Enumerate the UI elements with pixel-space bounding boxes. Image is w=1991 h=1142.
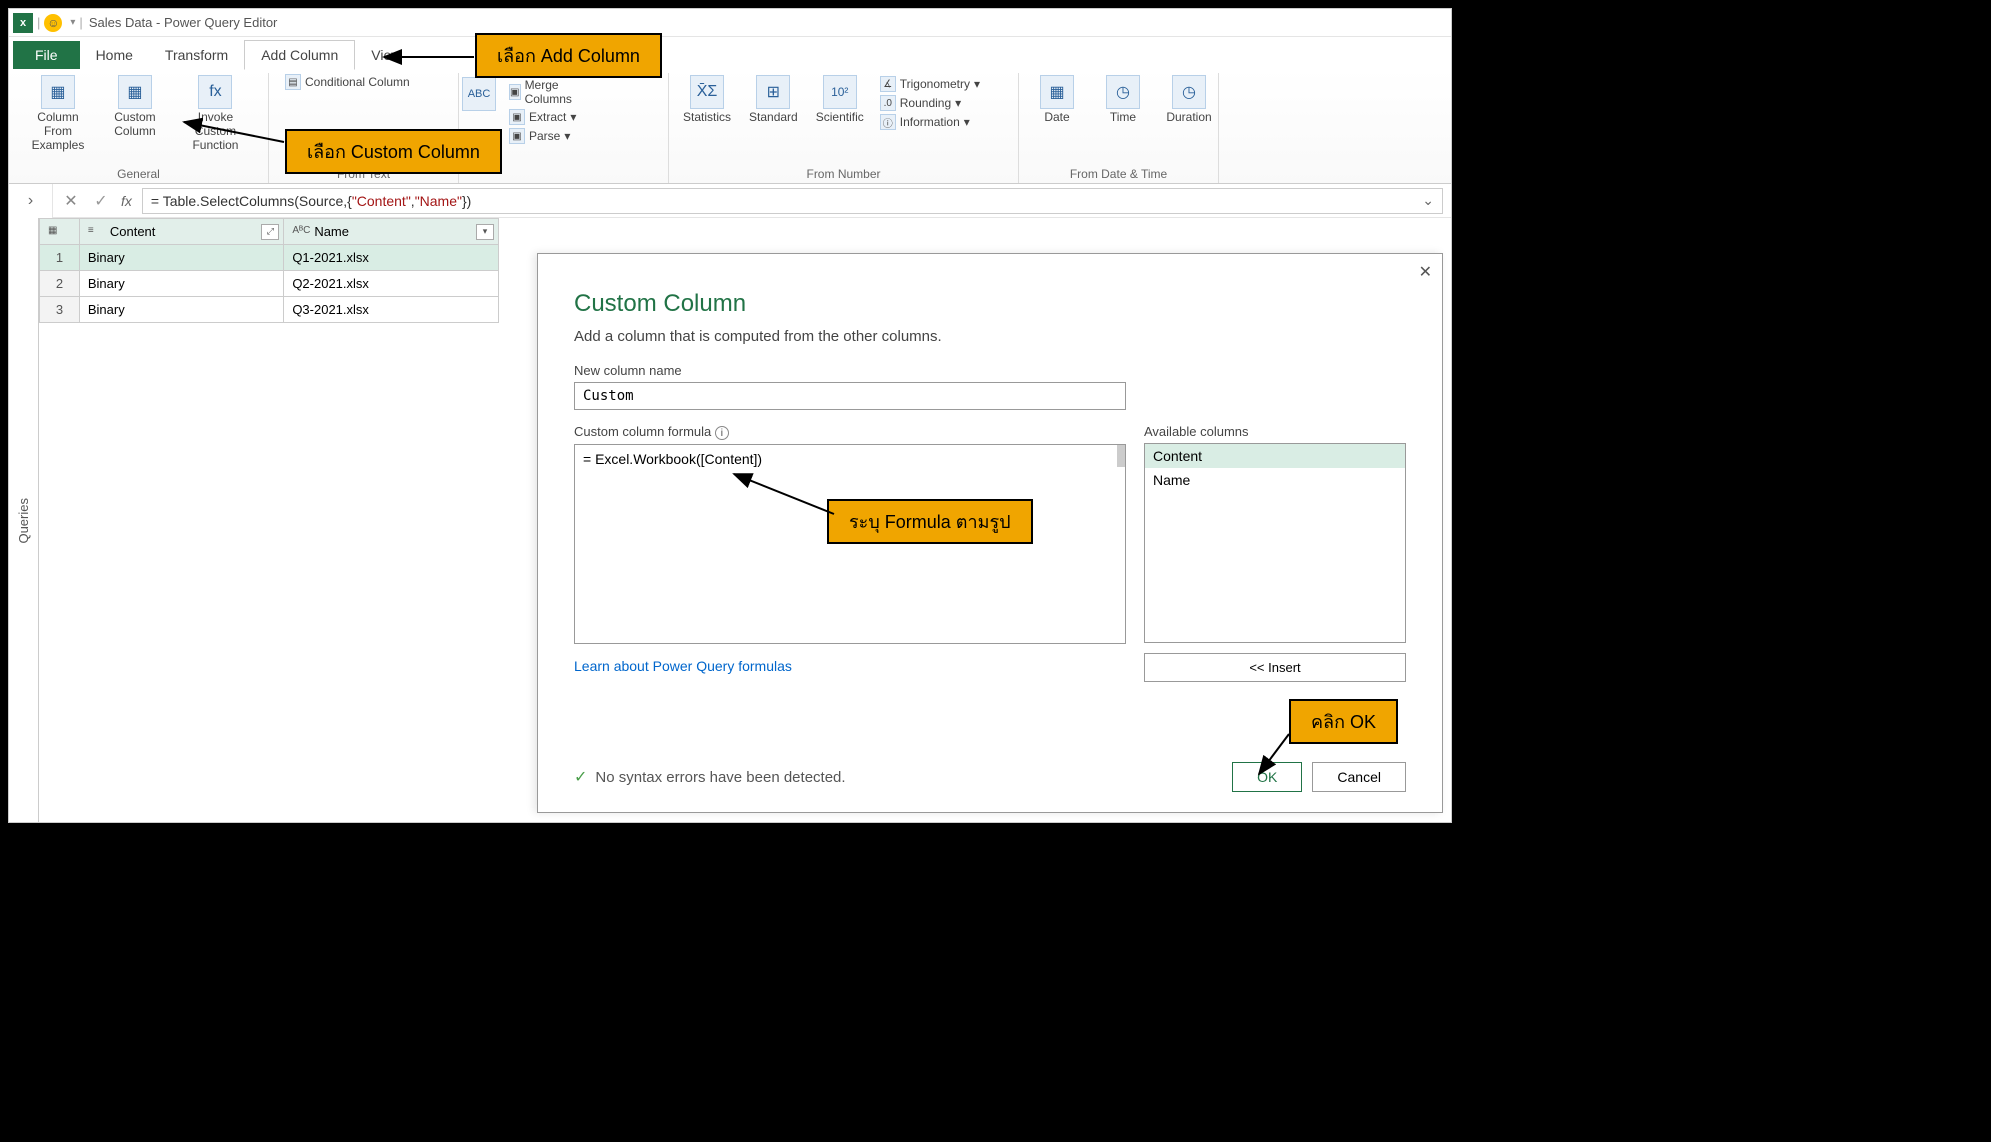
column-header-content[interactable]: ≡Content⤢ [79,219,283,245]
parse-icon: ▣ [509,128,525,144]
tab-add-column[interactable]: Add Column [244,40,355,70]
conditional-column-button[interactable]: ▤Conditional Column [281,73,414,91]
standard-button[interactable]: ⊞Standard [743,73,804,127]
trigonometry-button[interactable]: ∡Trigonometry ▾ [876,75,984,93]
information-button[interactable]: ⓘInformation ▾ [876,113,984,131]
binary-type-icon: ≡ [88,225,106,239]
menu-bar: File Home Transform Add Column View [9,37,1451,69]
table-icon: ▦ [41,75,75,109]
dialog-title: Custom Column [574,290,1406,318]
ten-icon: 10² [823,75,857,109]
column-header-name[interactable]: AᴮCName▾ [284,219,499,245]
callout-ok: คลิก OK [1289,699,1398,744]
parse-button[interactable]: ▣Parse ▾ [505,127,586,145]
table-row[interactable]: 1BinaryQ1-2021.xlsx [40,245,499,271]
clock-icon: ◷ [1106,75,1140,109]
info-icon: ⓘ [880,114,896,130]
scrollbar[interactable] [1117,445,1125,467]
cancel-button[interactable]: Cancel [1312,762,1406,792]
table-corner[interactable]: ▦ [40,219,80,245]
invoke-custom-function-button[interactable]: fxInvoke Custom Function [171,73,260,154]
excel-icon: x [13,13,33,33]
title-bar: x | ☺ ▾ | Sales Data - Power Query Edito… [9,9,1451,37]
qat-sep2: | [79,15,82,30]
cond-icon: ▤ [285,74,301,90]
callout-formula: ระบุ Formula ตามรูป [827,499,1033,544]
group-fromnumber-label: From Number [677,165,1010,183]
text-type-icon: AᴮC [292,225,310,239]
table-star-icon: ▦ [118,75,152,109]
available-columns-label: Available columns [1144,424,1406,439]
sigma-icon: X̄Σ [690,75,724,109]
qat-sep: | [37,15,40,30]
extract-button[interactable]: ▣Extract ▾ [505,108,586,126]
filter-icon[interactable]: ▾ [476,224,494,240]
accept-formula-icon[interactable]: ✓ [91,191,111,211]
table-icon: ▦ [48,225,66,239]
ok-button[interactable]: OK [1232,762,1302,792]
group-general-label: General [17,165,260,183]
learn-link[interactable]: Learn about Power Query formulas [574,658,792,674]
info-icon[interactable]: i [715,426,729,440]
qat-dropdown-icon[interactable]: ▾ [70,17,75,28]
extract-icon: ▣ [509,109,525,125]
tab-transform[interactable]: Transform [149,41,244,69]
formula-bar: ✕ ✓ fx = Table.SelectColumns(Source,{"Co… [53,184,1451,218]
tab-home[interactable]: Home [80,41,149,69]
duration-button[interactable]: ◷Duration [1159,73,1219,127]
scientific-button[interactable]: 10²Scientific [810,73,870,127]
expand-icon[interactable]: ⤢ [261,224,279,240]
custom-column-button[interactable]: ▦Custom Column [105,73,165,141]
abc-icon: ABC [462,77,496,111]
ribbon: ▦Column From Examples ▦Custom Column fxI… [9,69,1451,184]
list-item[interactable]: Name [1145,468,1405,492]
calendar-icon: ▦ [1040,75,1074,109]
new-column-name-input[interactable] [574,382,1126,410]
round-icon: .0 [880,95,896,111]
custom-formula-input[interactable]: = Excel.Workbook([Content]) [574,444,1126,644]
cancel-formula-icon[interactable]: ✕ [61,191,81,211]
statistics-button[interactable]: X̄ΣStatistics [677,73,737,127]
formula-label: Custom column formula i [574,424,1126,440]
time-button[interactable]: ◷Time [1093,73,1153,127]
insert-button[interactable]: << Insert [1144,653,1406,682]
fx-label: fx [121,193,132,209]
fx-icon: fx [198,75,232,109]
callout-add-column: เลือก Add Column [475,33,662,78]
table-row[interactable]: 2BinaryQ2-2021.xlsx [40,271,499,297]
calc-icon: ⊞ [756,75,790,109]
formula-input[interactable]: = Table.SelectColumns(Source,{"Content",… [142,188,1443,214]
stopwatch-icon: ◷ [1172,75,1206,109]
group-fromdate-label: From Date & Time [1027,165,1210,183]
callout-custom-column: เลือก Custom Column [285,129,502,174]
smile-icon[interactable]: ☺ [44,14,62,32]
check-icon: ✓ [574,767,587,787]
trig-icon: ∡ [880,76,896,92]
dialog-subtitle: Add a column that is computed from the o… [574,328,1406,345]
list-item[interactable]: Content [1145,444,1405,468]
merge-columns-button[interactable]: ▣Merge Columns [505,77,586,107]
tab-view[interactable]: View [355,41,417,69]
expand-formula-icon[interactable]: ⌄ [1422,192,1434,209]
available-columns-list[interactable]: Content Name [1144,443,1406,643]
window-title: Sales Data - Power Query Editor [89,15,278,30]
date-button[interactable]: ▦Date [1027,73,1087,127]
expand-queries-icon[interactable]: › [28,192,33,210]
table-row[interactable]: 3BinaryQ3-2021.xlsx [40,297,499,323]
tab-file[interactable]: File [13,41,80,69]
rounding-button[interactable]: .0Rounding ▾ [876,94,984,112]
merge-icon: ▣ [509,84,521,100]
new-column-name-label: New column name [574,363,1406,378]
close-icon[interactable]: ✕ [1419,262,1432,282]
status-message: No syntax errors have been detected. [595,769,845,786]
queries-pane-collapsed[interactable]: Queries [9,218,39,823]
column-from-examples-button[interactable]: ▦Column From Examples [17,73,99,154]
